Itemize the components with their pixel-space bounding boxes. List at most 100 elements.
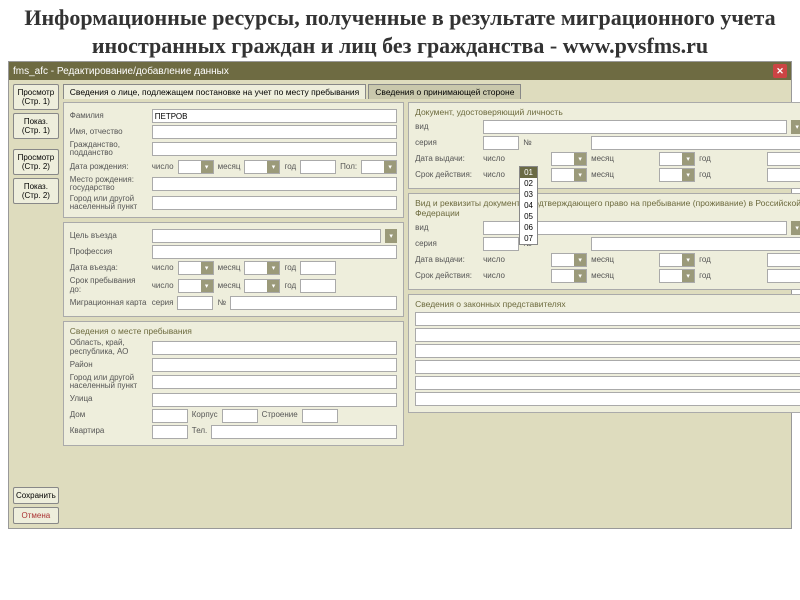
block-input[interactable] — [222, 409, 258, 423]
rep-input-1[interactable] — [415, 312, 800, 326]
arrival-day-select[interactable]: ▾ — [178, 261, 214, 275]
tab-host[interactable]: Сведения о принимающей стороне — [368, 84, 521, 99]
chevron-down-icon[interactable]: ▾ — [267, 161, 279, 173]
rightdoc-valid-month-select[interactable]: ▾ — [659, 269, 695, 283]
pob-country-label: Место рождения: государство — [70, 176, 148, 193]
person-panel: Фамилия Имя, отчество Гражданство, подда… — [63, 102, 404, 218]
building-label: Строение — [262, 411, 298, 419]
dropdown-option[interactable]: 06 — [520, 222, 537, 233]
district-input[interactable] — [152, 358, 397, 372]
name-input[interactable] — [152, 125, 397, 139]
chevron-down-icon[interactable]: ▾ — [267, 280, 279, 292]
purpose-label: Цель въезда — [70, 232, 148, 240]
purpose-input[interactable] — [152, 229, 381, 243]
arrival-year-input[interactable] — [300, 261, 336, 275]
sex-select[interactable]: ▾ — [361, 160, 397, 174]
street-input[interactable] — [152, 393, 397, 407]
building-input[interactable] — [302, 409, 338, 423]
name-label: Имя, отчество — [70, 128, 148, 136]
view-page2-button[interactable]: Просмотр (Стр. 2) — [13, 149, 59, 175]
iddoc-series-input[interactable] — [483, 136, 519, 150]
rep-input-3[interactable] — [415, 344, 800, 358]
arrival-month-select[interactable]: ▾ — [244, 261, 280, 275]
dropdown-option[interactable]: 07 — [520, 233, 537, 244]
chevron-down-icon[interactable]: ▾ — [574, 169, 586, 181]
flat-label: Квартира — [70, 427, 148, 435]
stay-month-select[interactable]: ▾ — [244, 279, 280, 293]
migcard-number-input[interactable] — [230, 296, 397, 310]
chevron-down-icon[interactable]: ▾ — [201, 262, 213, 274]
rightdoc-num-input[interactable] — [591, 237, 800, 251]
chevron-down-icon[interactable]: ▾ — [791, 221, 800, 235]
pob-country-input[interactable] — [152, 177, 397, 191]
rightdoc-valid-day-select[interactable]: ▾ — [551, 269, 587, 283]
tab-registration[interactable]: Сведения о лице, подлежащем постановке н… — [63, 84, 367, 99]
chevron-down-icon[interactable]: ▾ — [682, 153, 694, 165]
chevron-down-icon[interactable]: ▾ — [201, 280, 213, 292]
iddoc-kind-input[interactable] — [483, 120, 787, 134]
iddoc-num-input[interactable] — [591, 136, 800, 150]
citizenship-input[interactable] — [152, 142, 397, 156]
copy-page1-button[interactable]: Показ. (Стр. 1) — [13, 113, 59, 139]
rightdoc-issued-day-select[interactable]: ▾ — [551, 253, 587, 267]
rightdoc-series-input[interactable] — [483, 237, 519, 251]
day-dropdown-open[interactable]: 01020304050607 — [519, 166, 538, 245]
rep-input-4[interactable] — [415, 360, 800, 374]
surname-input[interactable] — [152, 109, 397, 123]
chevron-down-icon[interactable]: ▾ — [201, 161, 213, 173]
pob-city-input[interactable] — [152, 196, 397, 210]
rep-input-6[interactable] — [415, 392, 800, 406]
copy-page2-button[interactable]: Показ. (Стр. 2) — [13, 178, 59, 204]
chevron-down-icon[interactable]: ▾ — [385, 229, 397, 243]
iddoc-valid-year-input[interactable] — [767, 168, 800, 182]
cancel-button[interactable]: Отмена — [13, 507, 59, 524]
iddoc-issued-day-select[interactable]: ▾ — [551, 152, 587, 166]
flat-input[interactable] — [152, 425, 188, 439]
right-column: Документ, удостоверяющий личность вид▾ с… — [408, 102, 800, 446]
profession-input[interactable] — [152, 245, 397, 259]
chevron-down-icon[interactable]: ▾ — [267, 262, 279, 274]
district-label: Район — [70, 361, 148, 369]
dropdown-option[interactable]: 01 — [520, 167, 537, 178]
stay-year-input[interactable] — [300, 279, 336, 293]
dropdown-option[interactable]: 03 — [520, 189, 537, 200]
chevron-down-icon[interactable]: ▾ — [791, 120, 800, 134]
region-input[interactable] — [152, 341, 397, 355]
dropdown-option[interactable]: 05 — [520, 211, 537, 222]
save-button[interactable]: Сохранить — [13, 487, 59, 504]
migcard-series-input[interactable] — [177, 296, 213, 310]
house-input[interactable] — [152, 409, 188, 423]
chevron-down-icon[interactable]: ▾ — [682, 169, 694, 181]
rep-input-5[interactable] — [415, 376, 800, 390]
iddoc-valid-day-select[interactable]: ▾ — [551, 168, 587, 182]
dob-month-select[interactable]: ▾ — [244, 160, 280, 174]
day-label: число — [152, 163, 174, 171]
view-page1-button[interactable]: Просмотр (Стр. 1) — [13, 84, 59, 110]
chevron-down-icon[interactable]: ▾ — [682, 254, 694, 266]
chevron-down-icon[interactable]: ▾ — [574, 153, 586, 165]
stay-day-select[interactable]: ▾ — [178, 279, 214, 293]
chevron-down-icon[interactable]: ▾ — [574, 270, 586, 282]
rightdoc-panel: Вид и реквизиты документа, подтверждающе… — [408, 193, 800, 290]
iddoc-issued-year-input[interactable] — [767, 152, 800, 166]
rep-input-2[interactable] — [415, 328, 800, 342]
chevron-down-icon[interactable]: ▾ — [574, 254, 586, 266]
chevron-down-icon[interactable]: ▾ — [384, 161, 396, 173]
chevron-down-icon[interactable]: ▾ — [682, 270, 694, 282]
rightdoc-issued-year-input[interactable] — [767, 253, 800, 267]
dob-year-input[interactable] — [300, 160, 336, 174]
iddoc-valid-month-select[interactable]: ▾ — [659, 168, 695, 182]
block-label: Корпус — [192, 411, 218, 419]
close-icon[interactable]: ✕ — [773, 64, 787, 78]
dropdown-option[interactable]: 04 — [520, 200, 537, 211]
citizenship-label: Гражданство, подданство — [70, 141, 148, 158]
left-column: Фамилия Имя, отчество Гражданство, подда… — [63, 102, 404, 446]
rep-panel: Сведения о законных представителях — [408, 294, 800, 413]
dob-day-select[interactable]: ▾ — [178, 160, 214, 174]
phone-input[interactable] — [211, 425, 397, 439]
iddoc-issued-month-select[interactable]: ▾ — [659, 152, 695, 166]
city-input[interactable] — [152, 375, 397, 389]
dropdown-option[interactable]: 02 — [520, 178, 537, 189]
rightdoc-valid-year-input[interactable] — [767, 269, 800, 283]
rightdoc-issued-month-select[interactable]: ▾ — [659, 253, 695, 267]
